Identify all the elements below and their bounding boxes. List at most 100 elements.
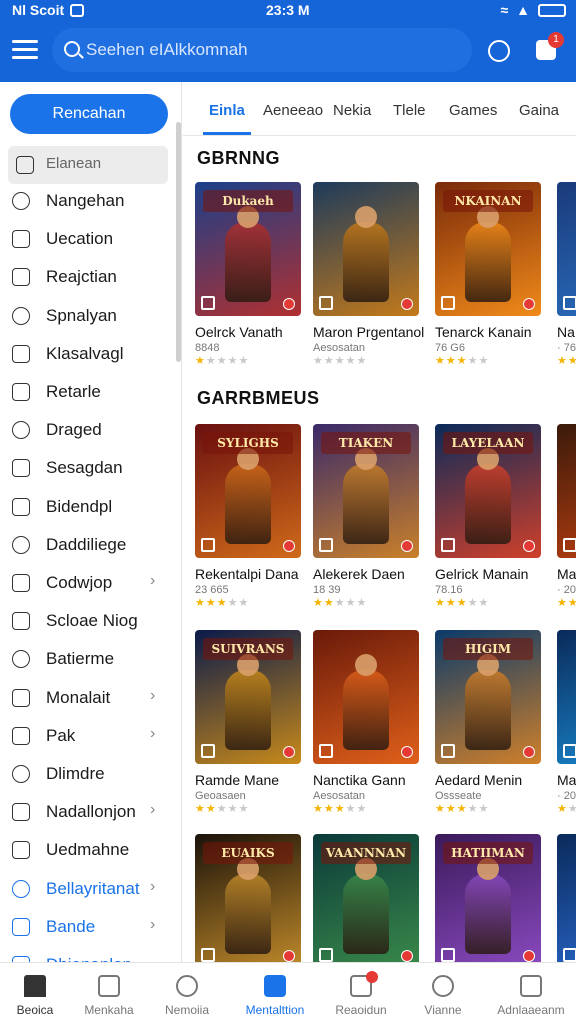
sidebar-item[interactable]: Bellayritanat › (0, 870, 176, 908)
game-card[interactable]: Nanctika Gann Aesosatan ★★★★★ (313, 630, 425, 815)
bottom-nav-item[interactable]: Reaoidun (326, 963, 396, 1024)
search-input[interactable] (86, 36, 456, 64)
tab-4[interactable]: Games (449, 102, 497, 119)
game-thumbnail[interactable]: SYLIGHS (195, 424, 301, 558)
sidebar-primary-button[interactable]: Rencahan (10, 94, 168, 134)
sidebar-item[interactable]: Klasalvagl (0, 335, 176, 373)
bottom-nav-item[interactable]: Beoica (0, 963, 70, 1024)
platform-icon (201, 744, 215, 758)
game-card[interactable] (557, 834, 576, 962)
sidebar-item[interactable]: Bidendpl (0, 488, 176, 526)
game-card[interactable]: Ma · 20★★★★★ (557, 630, 576, 815)
game-meta: 18 39 (313, 584, 341, 596)
bottom-nav-label: Nemoiia (164, 1003, 209, 1017)
rating-stars: ★★★★★ (557, 354, 576, 367)
bottom-nav-item[interactable]: Menkaha (74, 963, 144, 1024)
sidebar-item[interactable]: Nadallonjon › (0, 793, 176, 831)
sidebar-item[interactable]: Bande › (0, 908, 176, 946)
star-icon: ★ (356, 803, 368, 815)
sidebar-item[interactable]: Scloae Niog (0, 602, 176, 640)
sidebar-item[interactable]: Uecation (0, 220, 176, 258)
sidebar-item[interactable]: Pak › (0, 717, 176, 755)
sidebar-item[interactable]: Daddiliege (0, 526, 176, 564)
platform-icon (563, 538, 576, 552)
game-thumbnail[interactable]: SUIVRANS (195, 630, 301, 764)
star-icon: ★ (195, 355, 206, 367)
game-card[interactable]: HATIIMAN (435, 834, 547, 962)
sidebar-item[interactable]: Reajctian (0, 258, 176, 296)
tab-2[interactable]: Nekia (333, 102, 371, 119)
sidebar-scrollbar[interactable] (176, 122, 181, 362)
hamburger-menu-button[interactable] (12, 40, 38, 60)
sidebar-item[interactable]: Batierme (0, 640, 176, 678)
game-thumbnail[interactable]: VAANNNAN (313, 834, 419, 962)
bottom-nav-item[interactable]: Vianne (408, 963, 478, 1024)
game-thumbnail[interactable]: HATIIMAN (435, 834, 541, 962)
bottom-nav-item[interactable]: Nemoiia (152, 963, 222, 1024)
game-thumbnail[interactable]: NKAINAN (435, 182, 541, 316)
sidebar-item[interactable]: Dhienanlan (0, 946, 176, 962)
game-card[interactable]: TIAKEN Alekerek Daen 18 39 ★★★★★ (313, 424, 425, 609)
sidebar-item[interactable]: Elanean (8, 146, 168, 184)
refresh-icon (12, 192, 30, 210)
sidebar-item[interactable]: Sesagdan (0, 449, 176, 487)
game-card[interactable]: HIGIM Aedard Menin Ossseate ★★★★★ (435, 630, 547, 815)
game-card[interactable]: Ma · 20★★★★★ (557, 424, 576, 609)
bottom-nav-label: Mentalttion (245, 1003, 305, 1017)
game-card[interactable]: EUAIKS (195, 834, 307, 962)
game-card[interactable]: SUIVRANS Ramde Mane Geoasaen ★★★★★ (195, 630, 307, 815)
sidebar-item[interactable]: Monalait › (0, 679, 176, 717)
sidebar-item[interactable]: Codwjop › (0, 564, 176, 602)
star-icon: ★ (445, 597, 457, 609)
game-thumbnail[interactable]: EUAIKS (195, 834, 301, 962)
game-thumbnail[interactable] (557, 424, 576, 558)
game-card[interactable]: VAANNNAN (313, 834, 425, 962)
game-meta: 8848 (195, 342, 220, 354)
bottom-nav-item[interactable]: Adnlaaeanm (496, 963, 566, 1024)
game-thumbnail[interactable]: Dukaeh (195, 182, 301, 316)
game-card[interactable]: SYLIGHS Rekentalpi Dana 23 665 ★★★★★ (195, 424, 307, 609)
bottom-nav-item[interactable]: Mentalttion (240, 963, 310, 1024)
sidebar-item[interactable]: Spnalyan (0, 297, 176, 335)
game-thumbnail[interactable] (557, 630, 576, 764)
notifications-button[interactable]: 1 (536, 32, 564, 60)
star-icon: ★ (313, 803, 324, 815)
tab-1[interactable]: Aeneeao (263, 102, 323, 119)
game-card[interactable]: NKAINAN Tenarck Kanain 76 G6 ★★★★★ (435, 182, 547, 367)
voice-search-button[interactable] (488, 40, 510, 62)
rating-badge-icon (401, 540, 413, 552)
game-thumbnail[interactable] (313, 630, 419, 764)
game-row: SUIVRANS Ramde Mane Geoasaen ★★★★★ Nanctika … (183, 630, 576, 820)
game-thumbnail[interactable] (557, 834, 576, 962)
game-logo: EUAIKS (203, 842, 293, 864)
sidebar-item-label: Nangehan (46, 191, 125, 210)
sidebar-item[interactable]: Uedmahne (0, 831, 176, 869)
star-icon: ★ (345, 803, 357, 815)
game-thumbnail[interactable]: TIAKEN (313, 424, 419, 558)
game-card[interactable]: Dukaeh Oelrck Vanath 8848 ★★★★★ (195, 182, 307, 367)
sidebar-item[interactable]: Retarle (0, 373, 176, 411)
tab-0[interactable]: Einla (209, 102, 245, 119)
game-thumbnail[interactable]: LAYELAAN (435, 424, 541, 558)
game-thumbnail[interactable]: HIGIM (435, 630, 541, 764)
sidebar-item[interactable]: Draged (0, 411, 176, 449)
game-card[interactable]: Maron Prgentanol Aesosatan ★★★★★ (313, 182, 425, 367)
star-icon: ★ (345, 355, 357, 367)
tab-3[interactable]: Tlele (393, 102, 426, 119)
sidebar-item[interactable]: Nangehan (0, 182, 176, 220)
badge-icon (12, 803, 30, 822)
search-icon (432, 975, 454, 997)
game-thumbnail[interactable] (313, 182, 419, 316)
game-thumbnail[interactable] (557, 182, 576, 316)
game-title: Ma (557, 566, 576, 582)
platform-icon (201, 538, 215, 552)
chevron-right-icon: › (150, 801, 156, 819)
game-logo: SYLIGHS (203, 432, 293, 454)
game-card[interactable]: Na · 76★★★★★ (557, 182, 576, 367)
tab-5[interactable]: Gaina (519, 102, 559, 119)
sidebar-item-label: Pak (46, 725, 76, 745)
sidebar-item[interactable]: Dlimdre (0, 755, 176, 793)
sidebar-item-label: Dlimdre (46, 764, 105, 783)
search-bar[interactable] (52, 28, 472, 72)
game-card[interactable]: LAYELAAN Gelrick Manain 78.16 ★★★★★ (435, 424, 547, 609)
